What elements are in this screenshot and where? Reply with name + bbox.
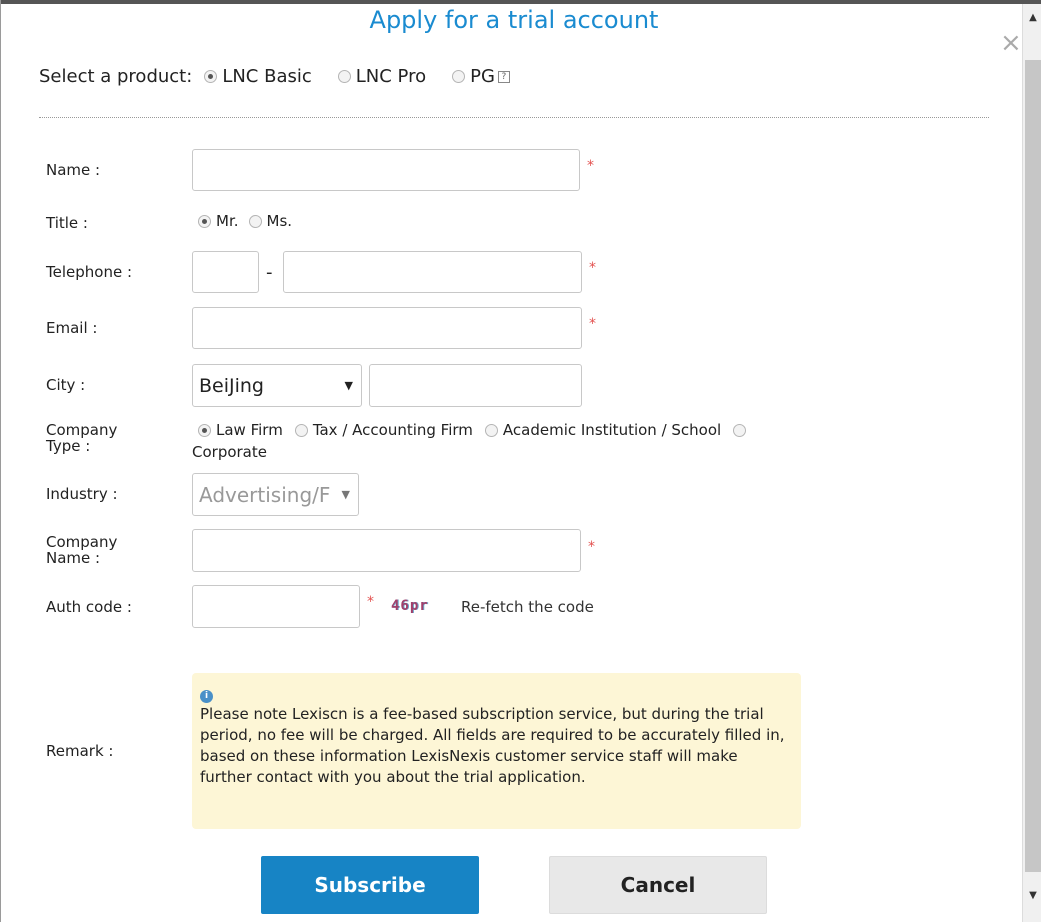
industry-label: Industry :: [46, 485, 118, 503]
product-option-lnc-basic[interactable]: LNC Basic: [204, 66, 312, 87]
company-type-option-academic[interactable]: Academic Institution / School: [484, 421, 721, 439]
radio-icon[interactable]: [337, 70, 351, 83]
company-type-label: Company Type :: [46, 421, 118, 455]
required-mark: *: [589, 260, 596, 276]
scroll-down-icon[interactable]: ▼: [1023, 890, 1041, 901]
info-icon: i: [200, 690, 213, 703]
telephone-label: Telephone :: [46, 263, 133, 281]
scrollbar[interactable]: ▲ ▼: [1022, 4, 1041, 922]
city-label: City :: [46, 376, 86, 394]
product-selector: Select a product: LNC Basic LNC Pro PG ?: [39, 66, 510, 87]
telephone-area-input[interactable]: [192, 251, 259, 293]
radio-icon[interactable]: [248, 214, 262, 228]
radio-icon[interactable]: [484, 423, 498, 437]
company-name-input[interactable]: [192, 529, 581, 572]
trial-dialog: Apply for a trial account × Select a pro…: [0, 0, 1041, 922]
chevron-down-icon: ▼: [344, 379, 353, 392]
captcha-image[interactable]: 46pr: [391, 598, 429, 614]
industry-select[interactable]: Advertising/F ▼: [192, 473, 359, 516]
remark-label: Remark :: [46, 742, 114, 760]
radio-icon[interactable]: [294, 423, 308, 437]
required-mark: *: [587, 158, 594, 174]
name-label: Name :: [46, 161, 101, 179]
name-input[interactable]: [192, 149, 580, 191]
dialog-title: Apply for a trial account: [369, 6, 659, 34]
radio-icon[interactable]: [198, 214, 211, 228]
telephone-number-input[interactable]: [283, 251, 582, 293]
radio-icon[interactable]: [204, 70, 218, 83]
title-option-mr[interactable]: Mr.: [198, 212, 239, 230]
help-icon[interactable]: ?: [497, 70, 510, 83]
product-label: Select a product:: [39, 66, 193, 87]
radio-icon[interactable]: [452, 70, 466, 83]
chevron-down-icon: ▼: [341, 488, 350, 501]
required-mark: *: [367, 594, 374, 610]
title-label: Title :: [46, 214, 88, 232]
email-label: Email :: [46, 319, 98, 337]
title-option-ms[interactable]: Ms.: [248, 212, 292, 230]
refetch-code-link[interactable]: Re-fetch the code: [461, 598, 594, 616]
city-select[interactable]: BeiJing ▼: [192, 364, 362, 407]
auth-code-input[interactable]: [192, 585, 360, 628]
auth-code-label: Auth code :: [46, 598, 132, 616]
city-extra-input[interactable]: [369, 364, 582, 407]
radio-icon[interactable]: [733, 423, 747, 437]
remark-notice: i Please note Lexiscn is a fee-based sub…: [192, 673, 801, 829]
telephone-dash: -: [266, 262, 273, 283]
company-type-option-tax[interactable]: Tax / Accounting Firm: [294, 421, 473, 439]
company-type-option-law[interactable]: Law Firm: [198, 421, 283, 439]
product-option-pg[interactable]: PG ?: [452, 66, 510, 87]
title-options: Mr. Ms.: [198, 212, 318, 230]
scroll-thumb[interactable]: [1025, 60, 1041, 872]
close-icon[interactable]: ×: [1000, 30, 1022, 56]
remark-text: Please note Lexiscn is a fee-based subsc…: [200, 705, 785, 786]
divider: [39, 117, 989, 118]
company-type-corporate-label: Corporate: [192, 443, 267, 461]
company-type-option-corporate-radio[interactable]: [733, 423, 751, 437]
company-name-label: Company Name :: [46, 533, 118, 567]
scroll-up-icon[interactable]: ▲: [1023, 12, 1041, 23]
top-border: [1, 0, 1041, 4]
company-type-options: Law Firm Tax / Accounting Firm Academic …: [198, 421, 751, 439]
product-option-lnc-pro[interactable]: LNC Pro: [337, 66, 426, 87]
email-input[interactable]: [192, 307, 582, 349]
radio-icon[interactable]: [198, 423, 211, 437]
cancel-button[interactable]: Cancel: [549, 856, 767, 914]
required-mark: *: [588, 539, 595, 555]
subscribe-button[interactable]: Subscribe: [261, 856, 479, 914]
required-mark: *: [589, 316, 596, 332]
